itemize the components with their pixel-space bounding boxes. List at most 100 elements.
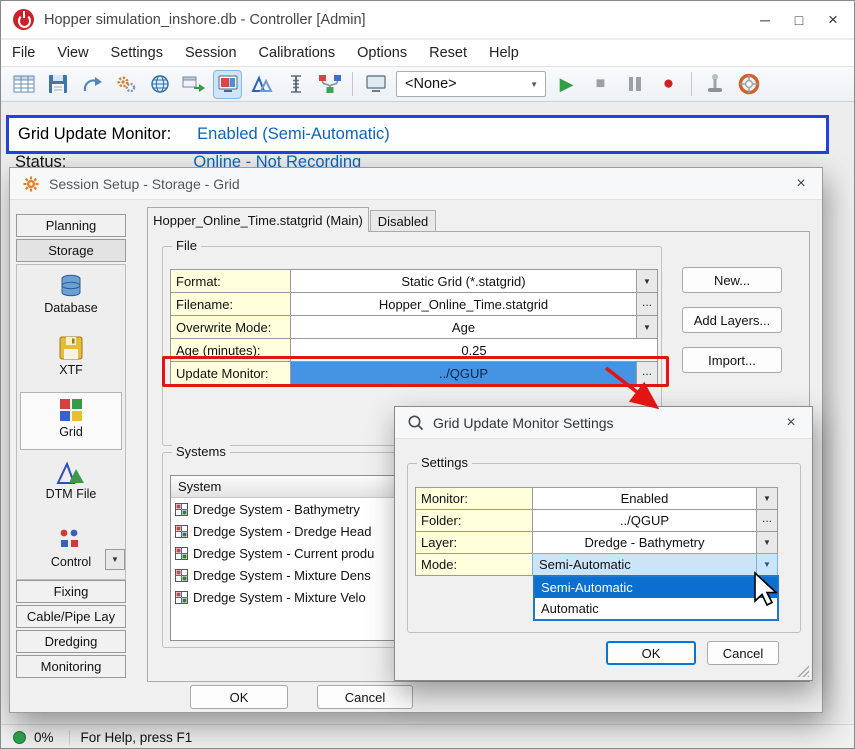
color-grid-icon	[58, 397, 84, 423]
sidebar-item-storage[interactable]: Storage	[16, 239, 126, 262]
format-dropdown-icon[interactable]: ▼	[636, 269, 658, 293]
sidebar-item-grid[interactable]: Grid	[21, 393, 121, 449]
layer-dropdown-icon[interactable]: ▼	[756, 531, 778, 554]
device-selector-value: <None>	[405, 76, 457, 92]
sidebar-item-database[interactable]: Database	[21, 269, 121, 325]
monitor-label: Monitor:	[415, 487, 533, 510]
maximize-icon[interactable]: □	[782, 1, 816, 38]
tab-disabled[interactable]: Disabled	[370, 210, 436, 232]
filename-row: Filename: Hopper_Online_Time.statgrid ..…	[170, 292, 658, 316]
sidebar-item-planning[interactable]: Planning	[16, 214, 126, 237]
mode-combobox[interactable]: Semi-Automatic	[532, 553, 757, 576]
flow-network-icon[interactable]	[316, 71, 343, 98]
monitor-row: Monitor: Enabled ▼	[415, 487, 778, 510]
format-row: Format: Static Grid (*.statgrid) ▼	[170, 269, 658, 293]
cancel-button[interactable]: Cancel	[707, 641, 779, 665]
play-icon[interactable]: ▶	[553, 71, 580, 98]
gear-icon	[22, 175, 40, 193]
grid-table-icon[interactable]	[10, 71, 37, 98]
monitor-dialog-titlebar[interactable]: Grid Update Monitor Settings ×	[395, 407, 812, 439]
monitor-value[interactable]: Enabled	[532, 487, 757, 510]
screen-icon[interactable]	[362, 71, 389, 98]
monitor-settings-table: Monitor: Enabled ▼ Folder: ../QGUP ... L…	[415, 487, 778, 576]
menu-session[interactable]: Session	[174, 40, 248, 66]
format-label: Format:	[170, 269, 291, 293]
redo-arrow-icon[interactable]	[78, 71, 105, 98]
file-group-label: File	[172, 238, 201, 253]
resize-grip[interactable]	[796, 664, 809, 677]
ok-button[interactable]: OK	[190, 685, 288, 709]
export-window-icon[interactable]	[180, 71, 207, 98]
close-icon[interactable]: ×	[780, 168, 822, 199]
probe-icon[interactable]	[701, 71, 728, 98]
import-button[interactable]: Import...	[682, 347, 782, 373]
folder-value[interactable]: ../QGUP	[532, 509, 757, 532]
grid-display-icon[interactable]	[214, 71, 241, 98]
session-dialog-titlebar[interactable]: Session Setup - Storage - Grid ×	[10, 168, 822, 200]
cancel-button[interactable]: Cancel	[317, 685, 413, 709]
layer-row: Layer: Dredge - Bathymetry ▼	[415, 531, 778, 554]
menu-reset[interactable]: Reset	[418, 40, 478, 66]
toolbar-separator	[352, 72, 353, 96]
ruler-icon[interactable]	[282, 71, 309, 98]
filename-value[interactable]: Hopper_Online_Time.statgrid	[290, 292, 637, 316]
settings-group-label: Settings	[417, 455, 472, 470]
floppy-icon	[58, 335, 84, 361]
progress-percent: 0%	[34, 730, 54, 745]
menu-calibrations[interactable]: Calibrations	[248, 40, 347, 66]
filename-browse-button[interactable]: ...	[636, 292, 658, 316]
gears-icon[interactable]	[112, 71, 139, 98]
peaks-icon[interactable]	[248, 71, 275, 98]
record-icon[interactable]: ●	[655, 71, 682, 98]
overwrite-mode-value[interactable]: Age	[290, 315, 637, 339]
close-icon[interactable]: ×	[770, 407, 812, 438]
systems-group-label: Systems	[172, 444, 230, 459]
menu-view[interactable]: View	[46, 40, 99, 66]
mode-row: Mode: Semi-Automatic ▼	[415, 553, 778, 576]
dropdown-option-semi-automatic[interactable]: Semi-Automatic	[535, 577, 777, 598]
dropdown-option-automatic[interactable]: Automatic	[535, 598, 777, 619]
format-value[interactable]: Static Grid (*.statgrid)	[290, 269, 637, 293]
more-items-button[interactable]: ▼	[105, 549, 125, 570]
layer-label: Layer:	[415, 531, 533, 554]
filename-label: Filename:	[170, 292, 291, 316]
tab-statgrid-main[interactable]: Hopper_Online_Time.statgrid (Main)	[147, 207, 369, 232]
close-icon[interactable]: ×	[816, 1, 850, 38]
globe-icon[interactable]	[146, 71, 173, 98]
sidebar-item-cable-pipe-lay[interactable]: Cable/Pipe Lay	[16, 605, 126, 628]
window-title: Hopper simulation_inshore.db - Controlle…	[44, 12, 366, 28]
grid-update-monitor-value: Enabled (Semi-Automatic)	[197, 125, 390, 144]
overwrite-mode-dropdown-icon[interactable]: ▼	[636, 315, 658, 339]
menu-options[interactable]: Options	[346, 40, 418, 66]
life-ring-icon[interactable]	[735, 71, 762, 98]
sidebar-item-dredging[interactable]: Dredging	[16, 630, 126, 653]
sidebar-item-monitoring[interactable]: Monitoring	[16, 655, 126, 678]
folder-browse-button[interactable]: ...	[756, 509, 778, 532]
device-selector-dropdown[interactable]: <None> ▼	[396, 71, 546, 97]
menu-help[interactable]: Help	[478, 40, 530, 66]
add-layers-button[interactable]: Add Layers...	[682, 307, 782, 333]
ok-button[interactable]: OK	[606, 641, 696, 665]
stop-icon[interactable]: ■	[587, 71, 614, 98]
monitor-dialog-title: Grid Update Monitor Settings	[433, 415, 614, 431]
titlebar[interactable]: Hopper simulation_inshore.db - Controlle…	[1, 1, 855, 39]
sidebar-item-xtf[interactable]: XTF	[21, 331, 121, 387]
save-grid-icon[interactable]	[44, 71, 71, 98]
grid-update-monitor-dialog: Grid Update Monitor Settings × Settings …	[394, 406, 813, 681]
toolbar: <None> ▼ ▶ ■ ●	[1, 66, 855, 102]
system-item-icon	[175, 503, 188, 516]
minimize-icon[interactable]: ─	[748, 1, 782, 38]
layer-value[interactable]: Dredge - Bathymetry	[532, 531, 757, 554]
system-item-icon	[175, 525, 188, 538]
monitor-dropdown-icon[interactable]: ▼	[756, 487, 778, 510]
mode-dropdown-icon[interactable]: ▼	[756, 553, 778, 576]
pause-icon[interactable]	[621, 71, 648, 98]
chevron-down-icon: ▼	[530, 80, 538, 89]
menu-settings[interactable]: Settings	[100, 40, 174, 66]
new-button[interactable]: New...	[682, 267, 782, 293]
magnifier-icon	[407, 414, 424, 431]
sidebar-item-dtm-file[interactable]: DTM File	[21, 455, 121, 511]
sidebar-item-fixing[interactable]: Fixing	[16, 580, 126, 603]
tin-triangles-icon	[56, 459, 86, 485]
menu-file[interactable]: File	[1, 40, 46, 66]
